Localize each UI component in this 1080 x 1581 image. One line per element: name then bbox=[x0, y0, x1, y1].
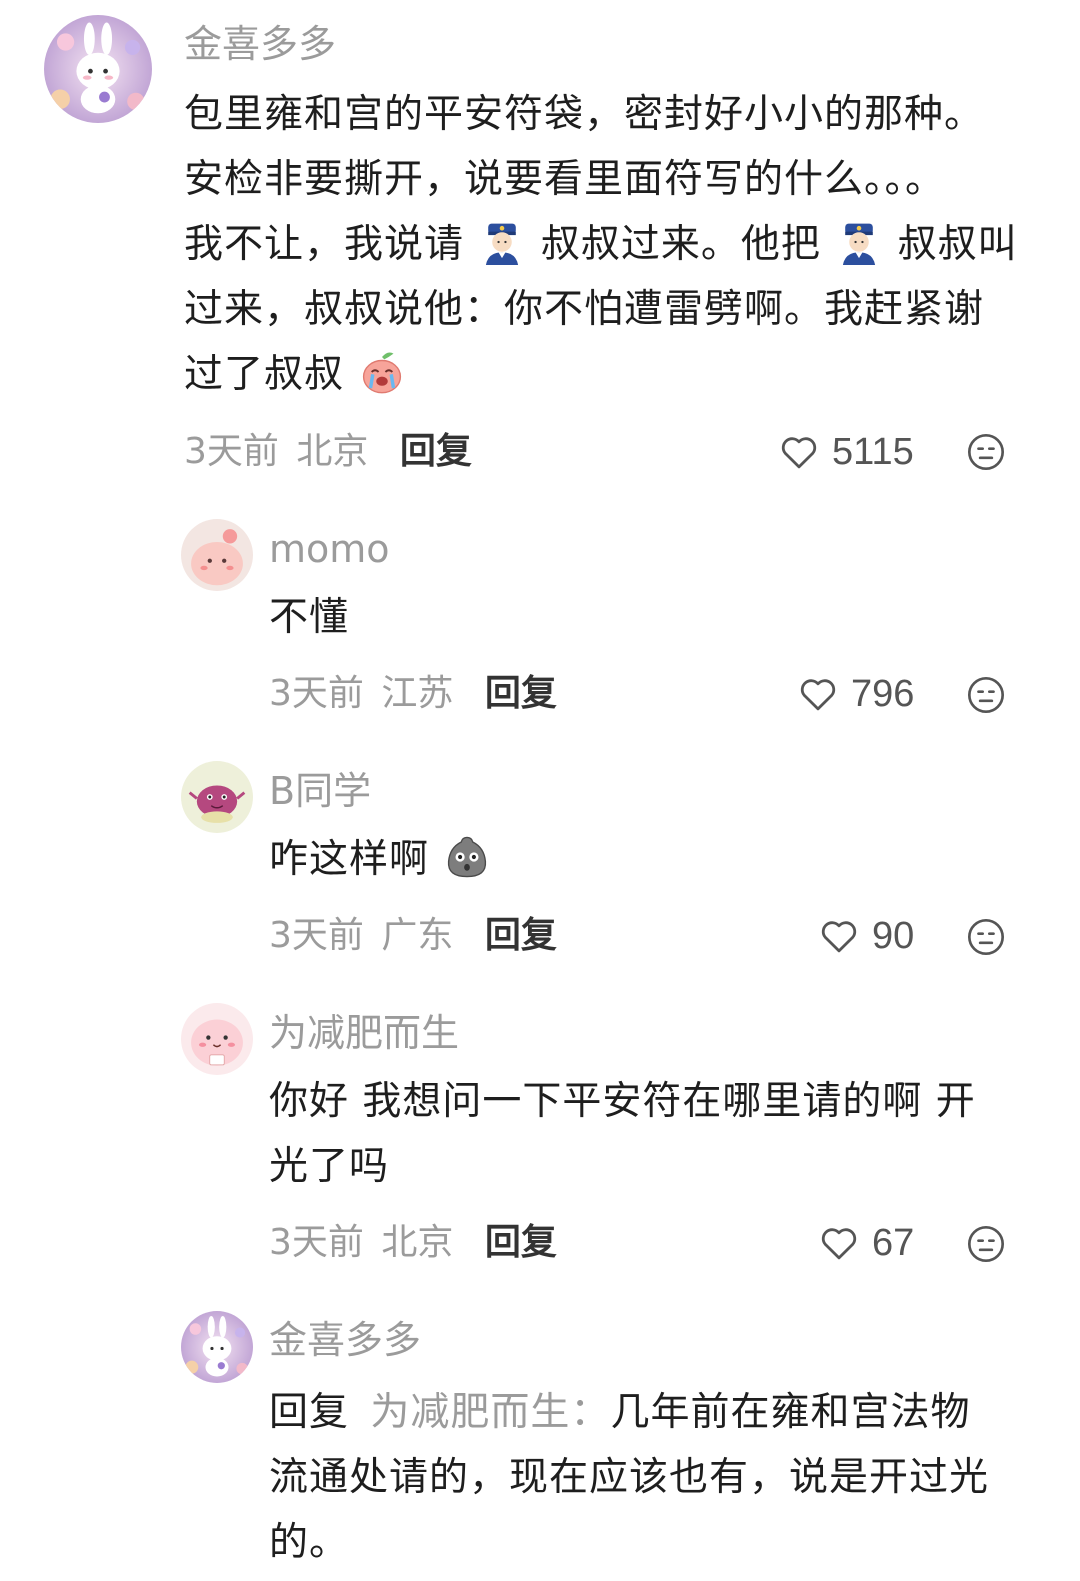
comment-meta: 3天前 北京 回复 bbox=[184, 429, 472, 475]
comment-meta: 3天前 江苏 回复 bbox=[269, 671, 557, 717]
crying-peach-emoji bbox=[359, 349, 405, 395]
heart-outline-icon bbox=[800, 679, 836, 711]
meh-face-icon bbox=[968, 919, 1004, 955]
police-officer-emoji bbox=[836, 219, 882, 265]
reply-button[interactable]: 回复 bbox=[485, 915, 557, 956]
avatar[interactable] bbox=[44, 15, 152, 123]
reply-prefix: 回复 bbox=[269, 1390, 350, 1435]
comment-author[interactable]: momo bbox=[269, 525, 390, 573]
meh-face-icon bbox=[968, 434, 1004, 470]
dislike-button[interactable] bbox=[966, 432, 1006, 472]
like-button[interactable]: 796 bbox=[797, 671, 914, 717]
comment-text: 你好 我想问一下平安符在哪里请的啊 开 光了吗 bbox=[269, 1079, 976, 1189]
comment-location: 北京 bbox=[381, 1222, 454, 1263]
dislike-button[interactable] bbox=[966, 1224, 1006, 1264]
comment-author[interactable]: B同学 bbox=[269, 767, 371, 815]
like-button[interactable]: 67 bbox=[818, 1220, 914, 1266]
heart-outline-icon bbox=[821, 921, 857, 953]
meh-face-icon bbox=[968, 677, 1004, 713]
comment-author[interactable]: 金喜多多 bbox=[269, 1316, 421, 1364]
comment-author[interactable]: 金喜多多 bbox=[184, 20, 336, 68]
comment-location: 江苏 bbox=[381, 673, 454, 714]
reply-button[interactable]: 回复 bbox=[485, 1222, 557, 1263]
like-count: 90 bbox=[872, 915, 915, 957]
reply-target-user[interactable]: 为减肥而生： bbox=[370, 1390, 610, 1435]
heart-outline-icon bbox=[781, 437, 817, 469]
like-count: 796 bbox=[851, 673, 915, 715]
comment-time: 3天前 bbox=[269, 1222, 364, 1263]
comment-meta: 3天前 广东 回复 bbox=[269, 913, 557, 959]
comment-text: 不懂 bbox=[269, 595, 350, 640]
like-count: 67 bbox=[872, 1222, 915, 1264]
comment-time: 3天前 bbox=[269, 673, 364, 714]
like-count: 5115 bbox=[832, 431, 914, 473]
like-button[interactable]: 5115 bbox=[778, 429, 914, 475]
dislike-button[interactable] bbox=[966, 917, 1006, 957]
comment-text: 包里雍和宫的平安符袋，密封好小小的那种。 安检非要撕开，说要看里面符写的什么。。… bbox=[184, 92, 1018, 397]
avatar[interactable] bbox=[181, 761, 253, 833]
police-officer-emoji bbox=[479, 219, 525, 265]
dislike-button[interactable] bbox=[966, 675, 1006, 715]
comment-meta: 3天前 北京 回复 bbox=[269, 1220, 557, 1266]
comment-text: 咋这样啊 bbox=[269, 827, 1029, 892]
comment-time: 3天前 bbox=[269, 915, 364, 956]
comment-location: 北京 bbox=[296, 431, 369, 472]
comment-author[interactable]: 为减肥而生 bbox=[269, 1009, 459, 1057]
avatar[interactable] bbox=[181, 1003, 253, 1075]
avatar[interactable] bbox=[181, 519, 253, 591]
comment-location: 广东 bbox=[381, 915, 454, 956]
reply-button[interactable]: 回复 bbox=[400, 431, 472, 472]
reply-button[interactable]: 回复 bbox=[485, 673, 557, 714]
comment-text: 回复 为减肥而生：几年前在雍和宫法物 流通处请的，现在应该也有，说是开过光 的。 bbox=[269, 1390, 990, 1565]
meh-face-icon bbox=[968, 1226, 1004, 1262]
heart-outline-icon bbox=[821, 1228, 857, 1260]
like-button[interactable]: 90 bbox=[818, 913, 914, 959]
avatar[interactable] bbox=[181, 1311, 253, 1383]
shocked-stone-emoji bbox=[444, 834, 490, 880]
comment-time: 3天前 bbox=[184, 431, 279, 472]
